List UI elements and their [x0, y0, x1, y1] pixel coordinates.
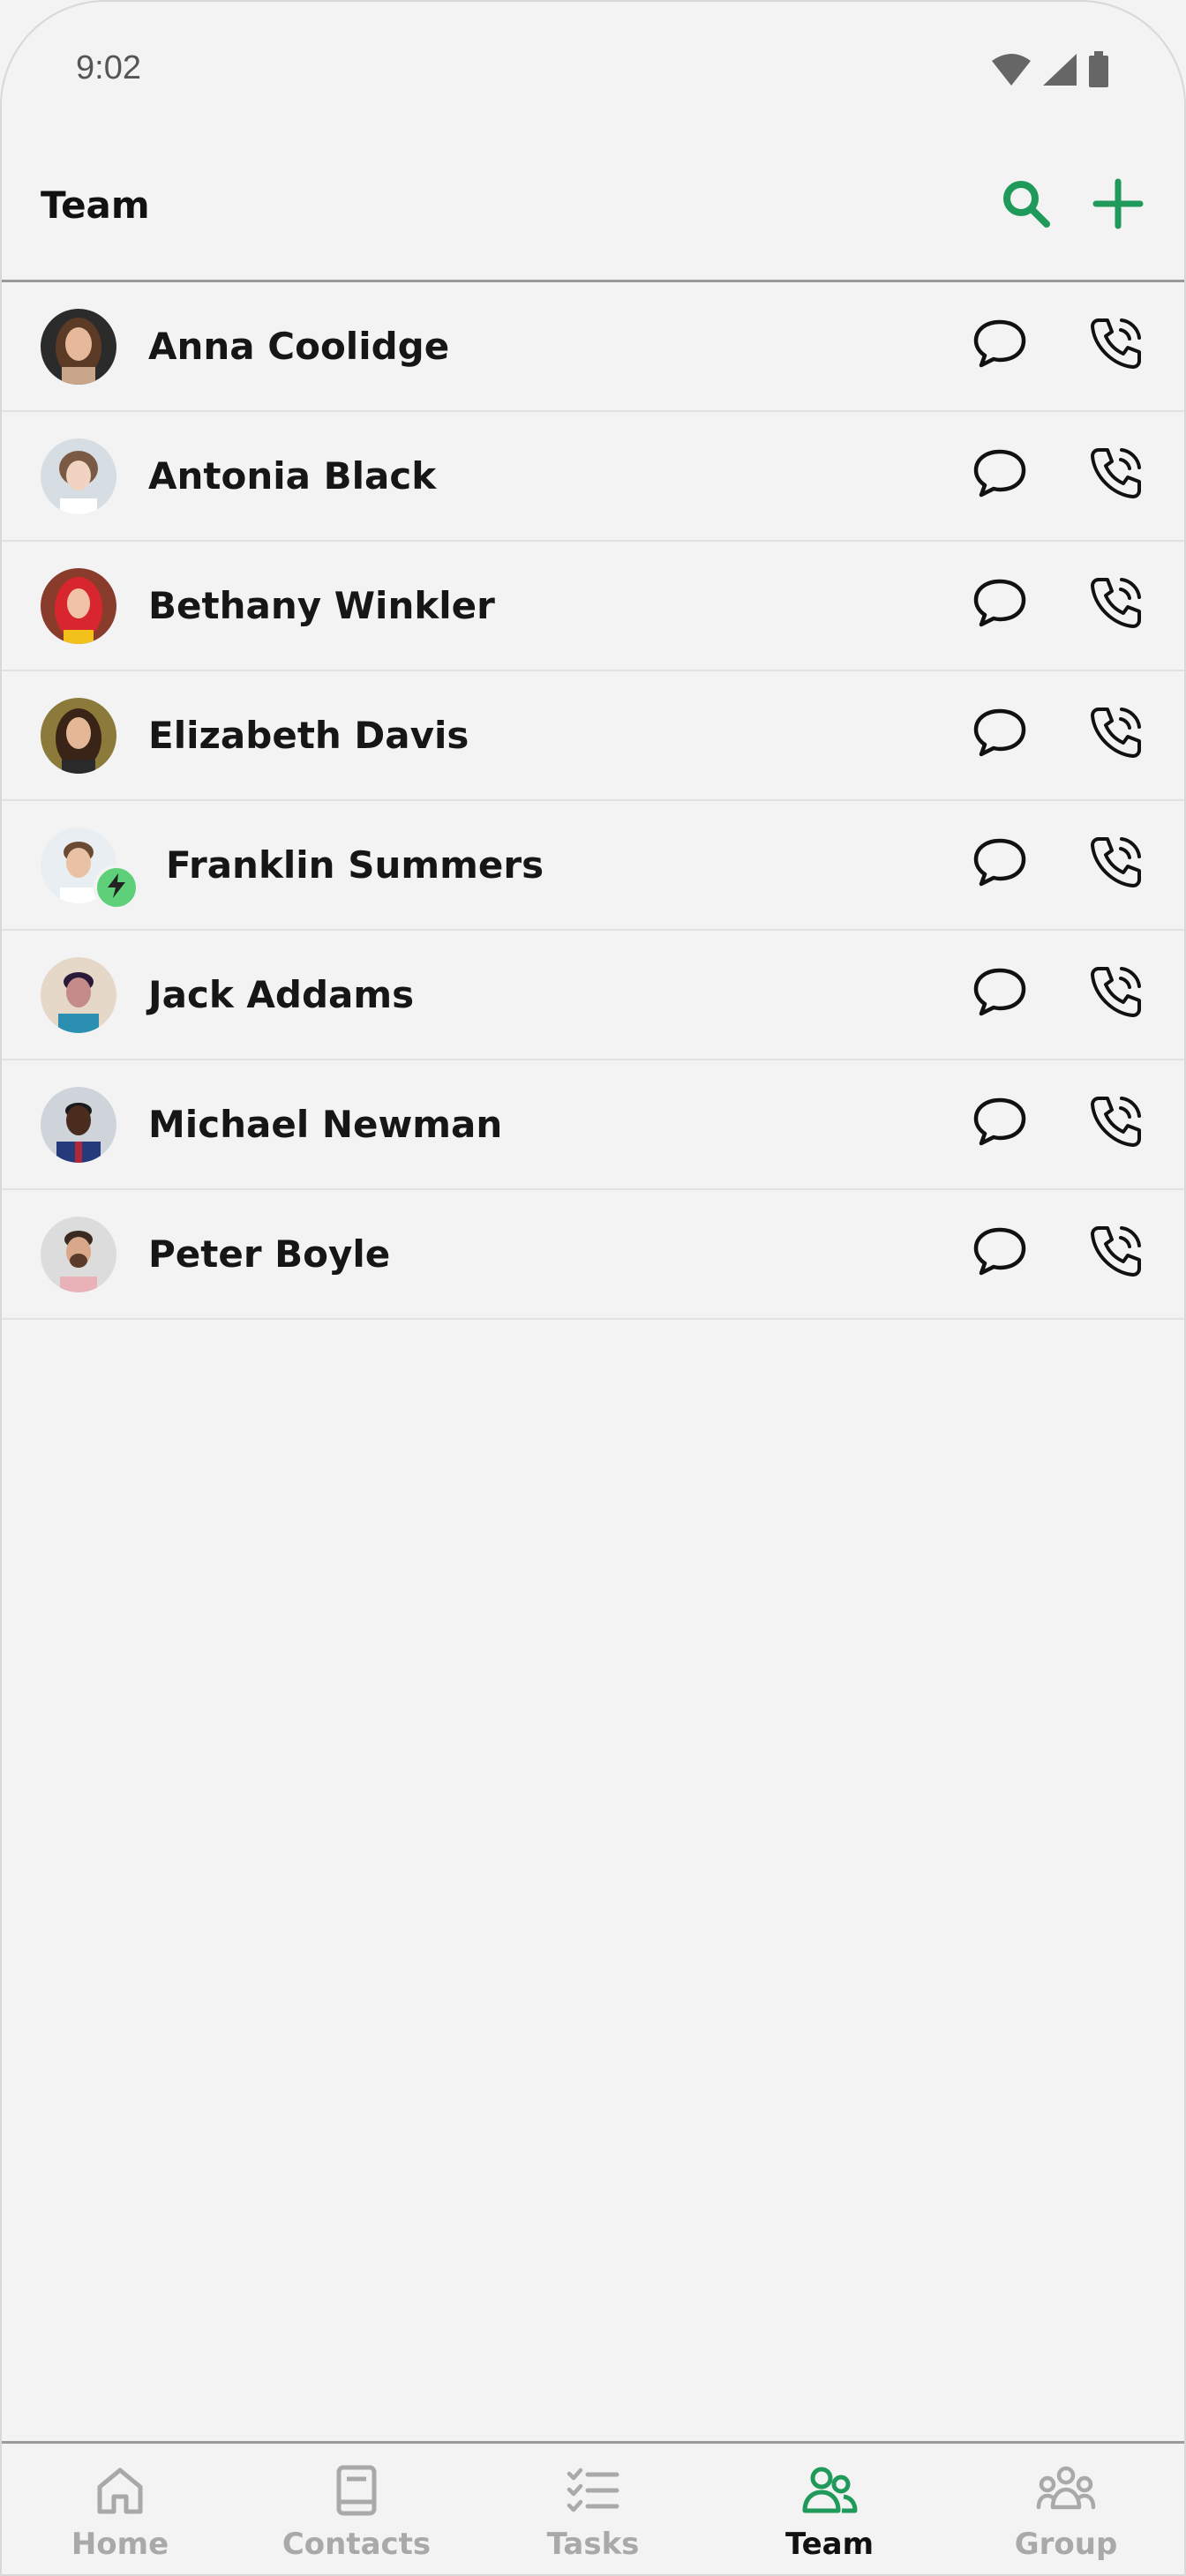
- row-actions: [971, 575, 1145, 633]
- team-member-row[interactable]: Anna Coolidge: [2, 282, 1184, 412]
- chat-bubble-icon: [972, 576, 1028, 633]
- phone-call-icon: [1088, 574, 1145, 634]
- message-button[interactable]: [971, 835, 1029, 893]
- avatar: [41, 957, 116, 1033]
- tasks-checklist-icon: [566, 2463, 620, 2521]
- nav-item-team[interactable]: Team: [711, 2444, 948, 2574]
- call-button[interactable]: [1087, 1224, 1145, 1282]
- avatar: [41, 309, 116, 385]
- row-actions: [971, 1224, 1145, 1282]
- avatar: [41, 698, 116, 774]
- signal-icon: [1041, 52, 1078, 91]
- app-header: Team: [2, 134, 1184, 282]
- nav-label: Tasks: [546, 2527, 640, 2562]
- row-actions: [971, 835, 1145, 893]
- page-title: Team: [41, 183, 150, 227]
- message-button[interactable]: [971, 1094, 1029, 1152]
- nav-item-contacts[interactable]: Contacts: [238, 2444, 475, 2574]
- search-button[interactable]: [999, 178, 1054, 233]
- chat-bubble-icon: [972, 1224, 1028, 1281]
- chat-bubble-icon: [972, 835, 1028, 892]
- phone-call-icon: [1088, 704, 1145, 764]
- message-button[interactable]: [971, 964, 1029, 1022]
- call-button[interactable]: [1087, 1094, 1145, 1152]
- bottom-nav: Home Contacts Tasks Team Group: [2, 2441, 1184, 2574]
- avatar: [41, 1087, 116, 1163]
- chat-bubble-icon: [972, 965, 1028, 1022]
- team-member-row[interactable]: Michael Newman: [2, 1060, 1184, 1190]
- nav-label: Team: [784, 2527, 874, 2562]
- phone-call-icon: [1088, 445, 1145, 505]
- nav-item-tasks[interactable]: Tasks: [475, 2444, 711, 2574]
- home-icon: [93, 2463, 147, 2521]
- phone-call-icon: [1088, 834, 1145, 894]
- member-name: Elizabeth Davis: [148, 714, 469, 757]
- status-bar: 9:02: [2, 2, 1184, 134]
- avatar: [41, 568, 116, 644]
- chat-bubble-icon: [972, 446, 1028, 503]
- plus-icon: [1092, 178, 1144, 233]
- team-member-row[interactable]: Jack Addams: [2, 931, 1184, 1060]
- chat-bubble-icon: [972, 1095, 1028, 1151]
- member-name: Anna Coolidge: [148, 325, 450, 368]
- chat-bubble-icon: [972, 706, 1028, 762]
- wifi-icon: [990, 52, 1032, 91]
- avatar: [41, 438, 116, 514]
- nav-item-home[interactable]: Home: [2, 2444, 238, 2574]
- call-button[interactable]: [1087, 575, 1145, 633]
- team-member-row[interactable]: Peter Boyle: [2, 1190, 1184, 1320]
- phone-screen: 9:02 Team Anna Coolidge Antonia Black Be…: [0, 0, 1186, 2576]
- battery-icon: [1087, 51, 1110, 92]
- message-button[interactable]: [971, 575, 1029, 633]
- call-button[interactable]: [1087, 835, 1145, 893]
- row-actions: [971, 964, 1145, 1022]
- call-button[interactable]: [1087, 964, 1145, 1022]
- team-member-row[interactable]: Bethany Winkler: [2, 542, 1184, 671]
- team-list: Anna Coolidge Antonia Black Bethany Wink…: [2, 282, 1184, 1320]
- team-icon: [800, 2463, 859, 2521]
- status-time: 9:02: [76, 49, 141, 86]
- status-badge: [94, 865, 139, 910]
- member-name: Bethany Winkler: [148, 584, 495, 627]
- team-member-row[interactable]: Elizabeth Davis: [2, 671, 1184, 801]
- lightning-icon: [105, 872, 128, 902]
- phone-call-icon: [1088, 963, 1145, 1023]
- phone-call-icon: [1088, 1223, 1145, 1283]
- add-member-button[interactable]: [1091, 178, 1145, 233]
- member-name: Jack Addams: [148, 973, 415, 1016]
- member-name: Peter Boyle: [148, 1232, 391, 1276]
- message-button[interactable]: [971, 316, 1029, 374]
- nav-item-group[interactable]: Group: [948, 2444, 1184, 2574]
- row-actions: [971, 446, 1145, 504]
- status-icons: [990, 51, 1110, 92]
- row-actions: [971, 1094, 1145, 1152]
- team-member-row[interactable]: Franklin Summers: [2, 801, 1184, 931]
- member-name: Michael Newman: [148, 1103, 503, 1146]
- avatar: [41, 1217, 116, 1292]
- search-icon: [1001, 178, 1052, 233]
- message-button[interactable]: [971, 446, 1029, 504]
- nav-label: Group: [1014, 2527, 1118, 2562]
- call-button[interactable]: [1087, 446, 1145, 504]
- phone-call-icon: [1088, 1093, 1145, 1153]
- chat-bubble-icon: [972, 317, 1028, 373]
- row-actions: [971, 316, 1145, 374]
- header-actions: [999, 178, 1145, 233]
- call-button[interactable]: [1087, 316, 1145, 374]
- contacts-book-icon: [329, 2463, 384, 2521]
- call-button[interactable]: [1087, 705, 1145, 763]
- group-icon: [1035, 2463, 1097, 2521]
- row-actions: [971, 705, 1145, 763]
- team-member-row[interactable]: Antonia Black: [2, 412, 1184, 542]
- member-name: Antonia Black: [148, 454, 437, 498]
- member-name: Franklin Summers: [166, 843, 544, 887]
- nav-label: Home: [71, 2527, 169, 2562]
- message-button[interactable]: [971, 1224, 1029, 1282]
- message-button[interactable]: [971, 705, 1029, 763]
- phone-call-icon: [1088, 315, 1145, 375]
- nav-label: Contacts: [281, 2527, 432, 2562]
